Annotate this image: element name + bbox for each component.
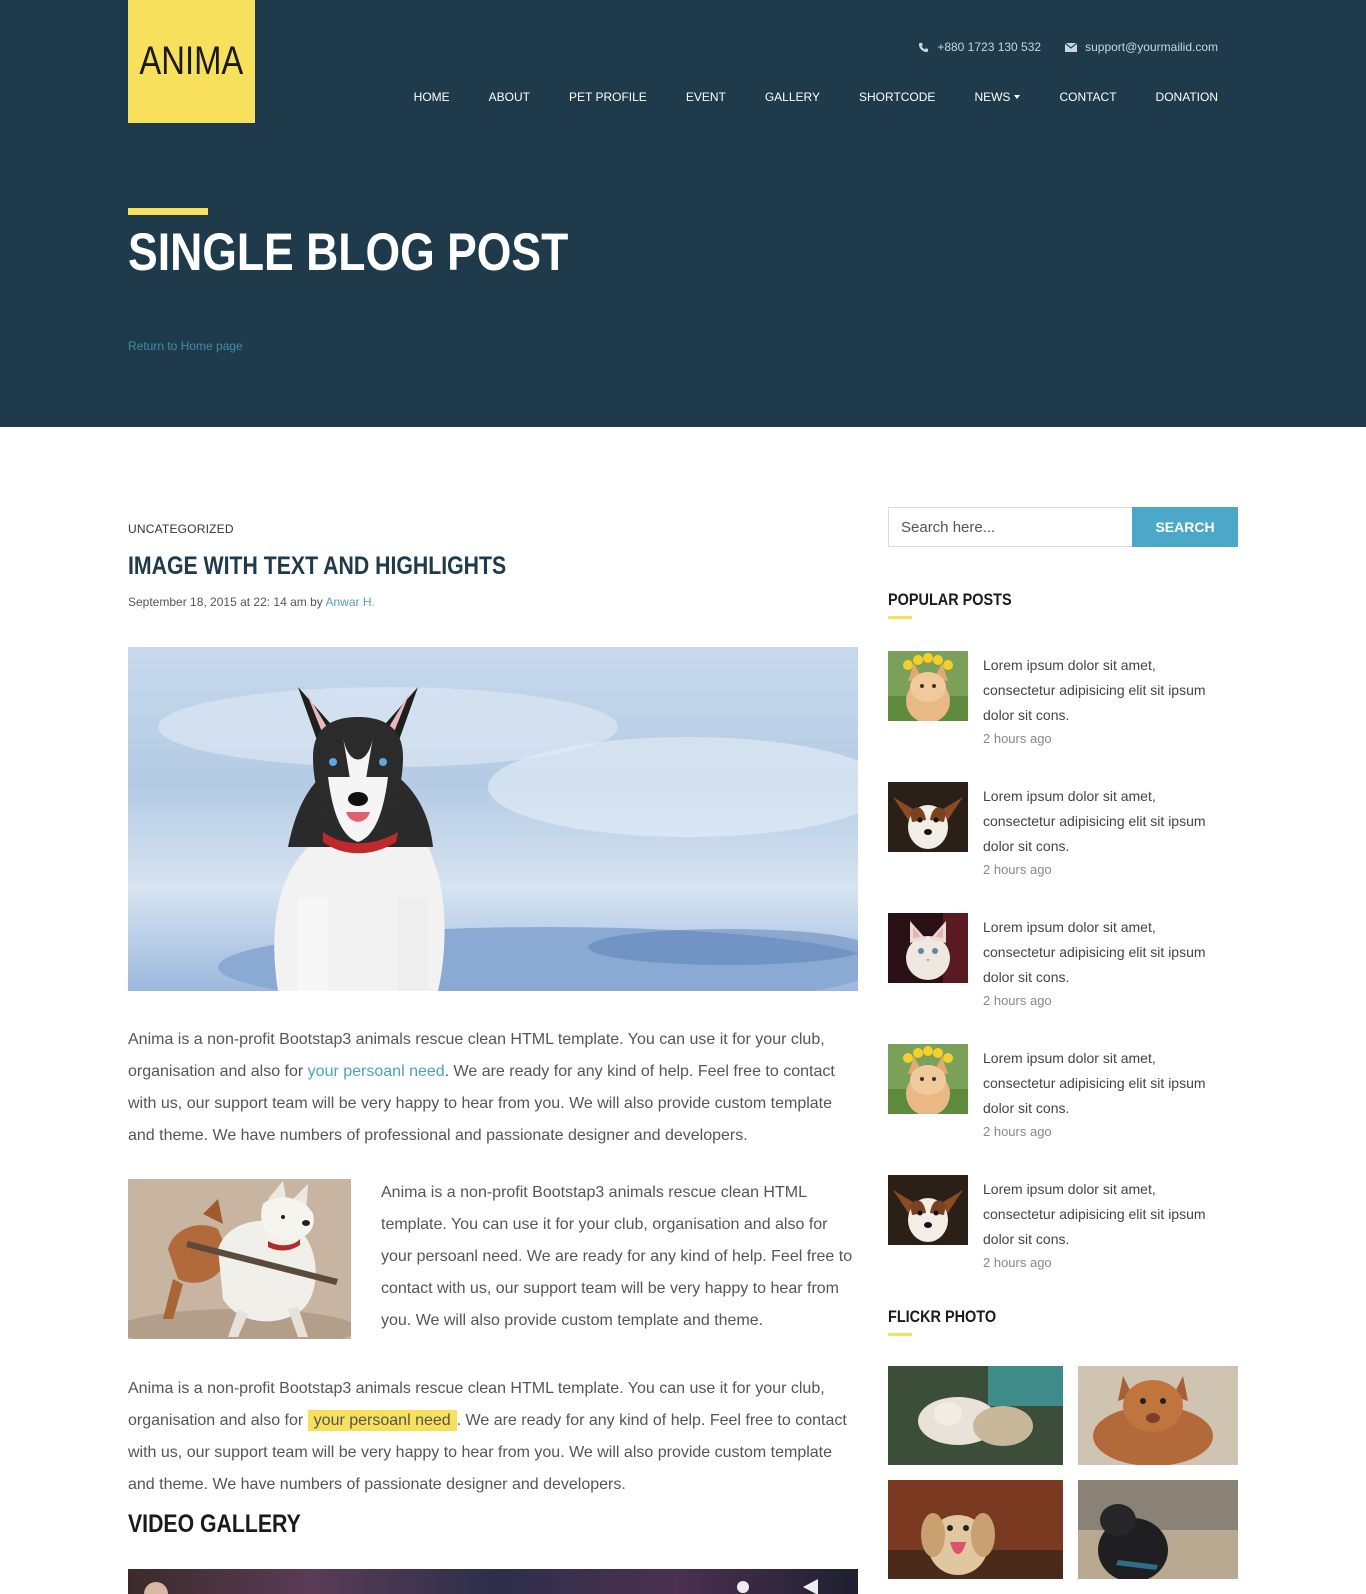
popular-post-time: 2 hours ago [983, 1255, 1052, 1270]
flickr-photo-spaniel[interactable] [888, 1480, 1063, 1579]
phone-number: +880 1723 130 532 [937, 40, 1042, 54]
popular-posts-title: POPULAR POSTS [888, 590, 1012, 609]
phone-icon [919, 42, 929, 52]
popular-post-item[interactable]: Lorem ipsum dolor sit amet, consectetur … [888, 913, 1238, 1023]
main-nav: HOME ABOUT PET PROFILE EVENT GALLERY SHO… [414, 90, 1218, 104]
page-header: ANIMA +880 1723 130 532 support@yourmail… [0, 0, 1366, 427]
video-player[interactable] [128, 1569, 858, 1594]
sleeping-cats-illustration [888, 1366, 1063, 1465]
title-accent-bar [128, 208, 208, 215]
post-category[interactable]: UNCATEGORIZED [128, 522, 234, 536]
nav-donation[interactable]: DONATION [1156, 90, 1218, 104]
contact-info: +880 1723 130 532 support@yourmailid.com [918, 40, 1218, 54]
flickr-accent-bar [888, 1333, 912, 1336]
nav-about[interactable]: ABOUT [489, 90, 530, 104]
caret-down-icon [1014, 95, 1021, 99]
nav-event[interactable]: EVENT [686, 90, 726, 104]
husky-illustration [158, 687, 858, 991]
page-title: SINGLE BLOG POST [128, 223, 569, 282]
dogs-illustration [128, 1179, 351, 1339]
papillon-illustration [888, 1175, 968, 1245]
popular-post-time: 2 hours ago [983, 1124, 1052, 1139]
popular-post-text[interactable]: Lorem ipsum dolor sit amet, consectetur … [983, 915, 1228, 990]
search-form: SEARCH [888, 507, 1238, 547]
popular-post-time: 2 hours ago [983, 731, 1052, 746]
papillon-illustration [888, 782, 968, 852]
popular-post-text[interactable]: Lorem ipsum dolor sit amet, consectetur … [983, 784, 1228, 859]
breadcrumb-home-link[interactable]: Return to Home page [128, 339, 243, 353]
flickr-photo-black-dog[interactable] [1078, 1480, 1238, 1579]
popular-post-item[interactable]: Lorem ipsum dolor sit amet, consectetur … [888, 782, 1238, 892]
kitten-flower-thumbnail[interactable] [888, 651, 968, 721]
nav-pet-profile[interactable]: PET PROFILE [569, 90, 647, 104]
email-contact[interactable]: support@yourmailid.com [1065, 40, 1218, 54]
nav-news-label: NEWS [974, 90, 1011, 104]
envelope-icon [1065, 42, 1078, 52]
email-address[interactable]: support@yourmailid.com [1085, 40, 1218, 54]
flickr-photo-cats[interactable] [888, 1366, 1063, 1465]
pitbull-illustration [1078, 1366, 1238, 1465]
search-button[interactable]: SEARCH [1132, 507, 1238, 547]
post-paragraph-2: Anima is a non-profit Bootstap3 animals … [381, 1184, 853, 1329]
kitten-flower-thumbnail[interactable] [888, 1044, 968, 1114]
popular-posts-accent-bar [888, 616, 912, 619]
black-dog-illustration [1078, 1480, 1238, 1579]
popular-post-item[interactable]: Lorem ipsum dolor sit amet, consectetur … [888, 1175, 1238, 1285]
highlighted-text: your persoanl need [307, 1410, 457, 1431]
post-date: September 18, 2015 at 22: 14 am by [128, 595, 326, 609]
popular-post-text[interactable]: Lorem ipsum dolor sit amet, consectetur … [983, 653, 1228, 728]
logo-text: ANIMA [139, 39, 244, 83]
nav-shortcode[interactable]: SHORTCODE [859, 90, 935, 104]
flickr-photo-pitbull[interactable] [1078, 1366, 1238, 1465]
playing-dogs-image [128, 1179, 351, 1339]
phone-contact: +880 1723 130 532 [918, 40, 1041, 54]
popular-post-item[interactable]: Lorem ipsum dolor sit amet, consectetur … [888, 1044, 1238, 1154]
video-gallery-title: VIDEO GALLERY [128, 1510, 301, 1538]
popular-post-item[interactable]: Lorem ipsum dolor sit amet, consectetur … [888, 651, 1238, 761]
popular-post-time: 2 hours ago [983, 993, 1052, 1008]
papillon-dog-thumbnail[interactable] [888, 782, 968, 852]
papillon-dog-thumbnail[interactable] [888, 1175, 968, 1245]
post-paragraph-1: Anima is a non-profit Bootstap3 animals … [128, 1024, 863, 1152]
kitten-illustration [888, 1044, 968, 1114]
nav-contact[interactable]: CONTACT [1059, 90, 1116, 104]
search-input[interactable] [888, 507, 1132, 547]
flickr-photo-title: FLICKR PHOTO [888, 1307, 997, 1326]
site-logo[interactable]: ANIMA [128, 0, 255, 123]
white-kitten-illustration [888, 913, 968, 983]
nav-home[interactable]: HOME [414, 90, 450, 104]
post-title: IMAGE WITH TEXT AND HIGHLIGHTS [128, 552, 507, 580]
author-link[interactable]: Anwar H. [325, 595, 374, 609]
persoanl-need-link[interactable]: your persoanl need [308, 1063, 445, 1080]
husky-image [128, 647, 858, 991]
spaniel-illustration [888, 1480, 1063, 1579]
white-kitten-thumbnail[interactable] [888, 913, 968, 983]
video-thumbnail [144, 1579, 818, 1594]
popular-post-time: 2 hours ago [983, 862, 1052, 877]
popular-post-text[interactable]: Lorem ipsum dolor sit amet, consectetur … [983, 1177, 1228, 1252]
kitten-illustration [888, 651, 968, 721]
post-paragraph-3: Anima is a non-profit Bootstap3 animals … [128, 1373, 863, 1501]
nav-gallery[interactable]: GALLERY [765, 90, 820, 104]
post-meta: September 18, 2015 at 22: 14 am by Anwar… [128, 595, 375, 609]
popular-post-text[interactable]: Lorem ipsum dolor sit amet, consectetur … [983, 1046, 1228, 1121]
nav-news[interactable]: NEWS [974, 90, 1021, 104]
